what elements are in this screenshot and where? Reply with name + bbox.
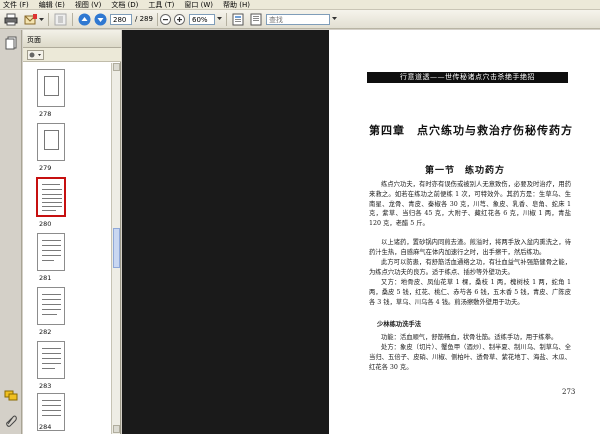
options-icon [29,52,41,58]
thumbnail-text-line [42,260,54,261]
paragraph-2: 以上诸药，置砂锅内同煎去渣。煎溢时，将两手放入盆内熏洗之，待药汁生热，自感麻气在… [369,239,571,256]
search-dropdown-icon[interactable] [332,17,337,21]
paragraph-1: 练点穴功夫，有时亦有误伤或被别人无意致伤，必要及时治疗，用药来救之。如若在练功之… [369,181,571,228]
thumbnail-text-line [42,415,61,416]
left-icon-pane [0,30,22,434]
thumbnail-text-line [42,206,62,207]
previous-page-icon[interactable] [78,13,91,26]
section-title: 第一节 练功药方 [425,166,506,176]
dropdown-arrow-icon[interactable] [39,18,44,22]
toolbar-separator [72,13,73,26]
next-page-icon[interactable] [94,13,107,26]
scroll-thumb[interactable] [113,228,120,268]
thumbnail-text-line [42,358,61,359]
thumbnail-text-line [42,189,62,190]
page-number-input[interactable] [110,14,132,25]
attachment-icon[interactable] [5,414,17,427]
thumbnail-text-line [42,405,61,406]
page-total: / 289 [135,15,153,23]
menu-file[interactable]: 文件 (F) [3,0,29,10]
paragraph-5: 功能：活血顺气，舒筋畅血，状骨壮筋。适练手功，用于练拳。 [381,334,558,341]
thumbnail-figure [44,130,59,150]
pages-panel-options [23,48,121,62]
paragraph-4: 又方：地骨皮、凤仙花草 1 棵，桑枝 1 两，槐树枝 1 两，蛇角 1 两，桑皮… [369,279,571,306]
thumbnail-text-line [42,314,57,315]
menu-help[interactable]: 帮助 (H) [223,0,250,10]
pages-panel-title: 页面 [27,36,41,44]
scroll-up-arrow[interactable] [113,63,120,71]
thumbnail-text-line [42,299,61,300]
menu-tools[interactable]: 工具 (T) [148,0,174,10]
thumbnail-text-line [42,348,61,349]
fit-page-icon[interactable] [232,13,244,26]
page-label-283: 283 [39,382,52,390]
page-label-282: 282 [39,328,52,336]
thumbnail-text-line [42,245,61,246]
page-label-279: 279 [39,164,52,172]
toolbar-separator [226,13,227,26]
page-number: 273 [562,388,576,396]
thumbnail-text-line [42,368,55,369]
thumbnail-scrollbar[interactable] [111,63,120,434]
thumbnail-text-line [42,194,62,195]
thumbnail-text-line [42,184,60,185]
page-label-278: 278 [39,110,52,118]
thumbnail-text-line [42,202,62,203]
zoom-input[interactable] [189,14,215,25]
menu-bar: 文件 (F) 编辑 (E) 视图 (V) 文档 (D) 工具 (T) 窗口 (W… [0,0,600,10]
thumbnail-text-line [42,309,61,310]
page-thumbnail-282[interactable] [37,287,65,325]
menu-edit[interactable]: 编辑 (E) [39,0,65,10]
page-thumbnail-278[interactable] [37,69,65,107]
document-page: 行意道透——世传秘诸点穴击杀绝手绝招 第四章 点穴练功与救治疗伤秘传药方 第一节… [329,30,600,434]
print-icon[interactable] [4,13,18,26]
pages-panel: 页面 278 279 280 281 282 283 284 [23,30,121,434]
running-header: 行意道透——世传秘诸点穴击杀绝手绝招 [367,72,568,83]
thumbnail-figure [44,76,59,96]
thumbnail-text-line [42,353,61,354]
comments-icon[interactable] [4,390,18,401]
search-input[interactable] [266,14,330,25]
thumbnail-text-line [42,198,62,199]
thumbnail-text-line [42,363,61,364]
thumbnail-text-line [42,250,61,251]
zoom-in-icon[interactable] [174,14,185,25]
chapter-title: 第四章 点穴练功与救治疗伤秘传药方 [369,124,573,137]
thumbnail-text-line [42,304,61,305]
thumbnail-text-line [42,255,61,256]
toolbar-separator [157,13,158,26]
page-label-284: 284 [39,423,52,431]
page-thumbnail-283[interactable] [37,341,65,379]
email-icon[interactable] [24,13,38,26]
document-view[interactable]: 行意道透——世传秘诸点穴击杀绝手绝招 第四章 点穴练功与救治疗伤秘传药方 第一节… [122,30,600,434]
page-label-280: 280 [39,220,52,228]
page-label-281: 281 [39,274,52,282]
paragraph-3: 此方可以防患，有舒筋活血通络之功，有壮血益气补强筋健骨之能，为练点穴功夫的良方。… [369,259,571,276]
thumbnail-text-line [42,400,61,401]
subsection-title: 少林练功洗手法 [377,321,422,328]
thumbnail-text-line [42,410,61,411]
zoom-dropdown-icon[interactable] [217,17,222,21]
pages-panel-header: 页面 [23,30,121,48]
thumbnail-text-line [42,210,56,211]
thumbnail-text-line [42,240,61,241]
page-thumbnail-281[interactable] [37,233,65,271]
fit-width-icon[interactable] [250,13,262,26]
thumbnail-list: 278 279 280 281 282 283 284 [23,63,111,434]
zoom-out-icon[interactable] [160,14,171,25]
thumbnail-text-line [42,294,61,295]
options-button[interactable] [27,50,44,60]
menu-window[interactable]: 窗口 (W) [184,0,213,10]
paragraph-6: 处方：象皮（切片）、蟹鱼甲（酒炒）、制半夏、制川乌、制草乌、全当归、五倍子、皮硝… [369,344,571,371]
toolbar-separator [48,13,49,26]
scroll-down-arrow[interactable] [113,425,120,433]
menu-view[interactable]: 视图 (V) [75,0,101,10]
hand-tool-icon[interactable] [54,13,67,26]
page-thumbnail-280[interactable] [36,177,66,217]
toolbar: / 289 [0,10,600,29]
page-thumbnail-279[interactable] [37,123,65,161]
pages-icon[interactable] [5,36,17,50]
menu-document[interactable]: 文档 (D) [111,0,138,10]
